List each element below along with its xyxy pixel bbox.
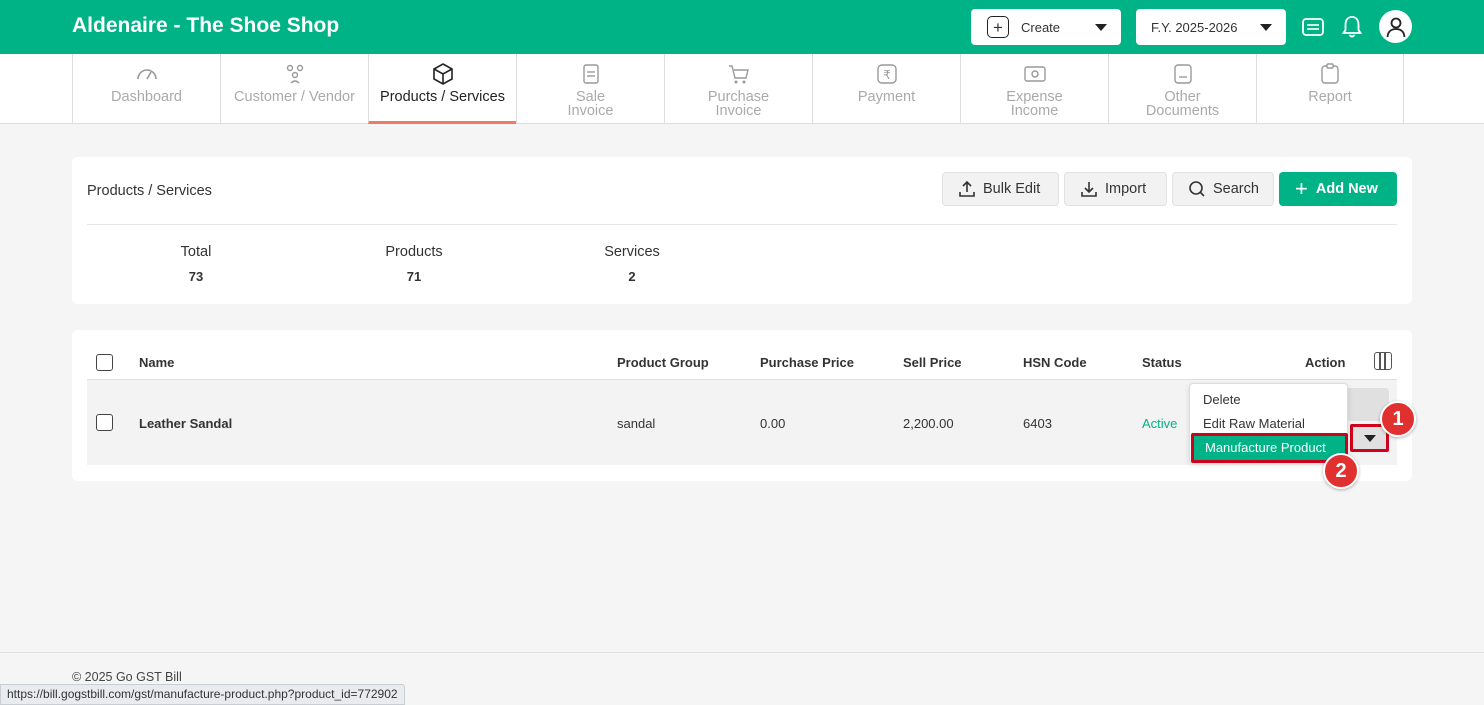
footer-divider	[0, 652, 1484, 653]
purchase-price: 0.00	[760, 416, 786, 431]
footer-copyright: © 2025 Go GST Bill	[72, 670, 182, 684]
create-dropdown[interactable]: + Create	[971, 9, 1121, 45]
bulk-edit-label: Bulk Edit	[983, 181, 1041, 197]
products-summary-card: Products / Services Bulk Edit Import Sea…	[72, 157, 1412, 304]
tab-sale-invoice[interactable]: Sale Invoice	[516, 54, 664, 124]
sell-price: 2,200.00	[903, 416, 954, 431]
page-title: Products / Services	[87, 183, 212, 199]
column-header-action: Action	[1305, 355, 1346, 370]
menu-item-delete[interactable]: Delete	[1203, 392, 1241, 407]
select-all-checkbox[interactable]	[96, 354, 113, 371]
import-button[interactable]: Import	[1064, 172, 1167, 206]
stat-products: Products 71	[354, 244, 474, 284]
caret-down-icon	[1363, 434, 1376, 442]
tab-label: Dashboard	[111, 89, 182, 105]
upload-icon	[959, 180, 975, 197]
stat-label: Services	[604, 244, 660, 260]
speedometer-icon	[136, 69, 157, 80]
cart-icon	[728, 65, 749, 84]
financial-year-dropdown[interactable]: F.Y. 2025-2026	[1136, 9, 1286, 45]
add-new-label: Add New	[1315, 181, 1378, 197]
tab-label: Report	[1308, 89, 1352, 105]
status-badge: Active	[1142, 416, 1178, 431]
bulk-edit-button[interactable]: Bulk Edit	[942, 172, 1059, 206]
tab-label: Products / Services	[380, 89, 505, 105]
tab-label-2: Documents	[1145, 103, 1220, 119]
search-icon	[1189, 181, 1205, 197]
tab-label: Purchase	[707, 89, 770, 105]
action-dropdown-menu: Delete Edit Raw Material Manufacture Pro…	[1189, 383, 1348, 463]
rupee-icon: ₹	[876, 64, 897, 84]
step-badge-1: 1	[1380, 401, 1416, 437]
menu-item-edit-raw-material[interactable]: Edit Raw Material	[1203, 416, 1305, 431]
tab-label: Sale	[575, 89, 606, 105]
column-header-hsn-code[interactable]: HSN Code	[1023, 355, 1087, 370]
create-label: Create	[1021, 19, 1061, 35]
column-header-name[interactable]: Name	[139, 355, 174, 370]
column-header-product-group[interactable]: Product Group	[617, 355, 709, 370]
user-avatar[interactable]	[1379, 10, 1412, 43]
caret-down-icon	[1095, 24, 1107, 31]
clipboard-icon	[1321, 63, 1339, 84]
receipt-icon	[582, 64, 599, 84]
users-icon	[286, 64, 303, 84]
tab-label: Customer / Vendor	[234, 89, 355, 105]
main-nav: Dashboard Customer / Vendor Products / S…	[0, 54, 1484, 124]
tab-customer-vendor[interactable]: Customer / Vendor	[220, 54, 368, 124]
tab-report[interactable]: Report	[1256, 54, 1404, 124]
stat-services: Services 2	[572, 244, 692, 284]
brand-title[interactable]: Aldenaire - The Shoe Shop	[72, 14, 339, 38]
download-icon	[1081, 182, 1097, 197]
add-new-button[interactable]: + Add New	[1279, 172, 1397, 206]
keyboard-icon[interactable]	[1300, 14, 1326, 40]
stat-total: Total 73	[136, 244, 256, 284]
search-button[interactable]: Search	[1172, 172, 1274, 206]
browser-status-url: https://bill.gogstbill.com/gst/manufactu…	[0, 684, 405, 705]
tab-label-2: Invoice	[715, 103, 762, 119]
hsn-code: 6403	[1023, 416, 1052, 431]
plus-icon: +	[1295, 176, 1308, 201]
caret-down-icon	[1260, 24, 1272, 31]
product-name[interactable]: Leather Sandal	[139, 416, 232, 431]
box-icon	[432, 63, 453, 85]
tab-label: Payment	[857, 89, 916, 105]
column-header-status[interactable]: Status	[1142, 355, 1182, 370]
tab-label: Expense	[1006, 89, 1063, 105]
tab-label: Other	[1164, 89, 1201, 105]
stat-label: Total	[180, 244, 212, 260]
import-label: Import	[1105, 181, 1147, 197]
tab-payment[interactable]: ₹ Payment	[812, 54, 960, 124]
menu-item-manufacture-product[interactable]: Manufacture Product	[1191, 433, 1348, 463]
row-checkbox[interactable]	[96, 414, 113, 431]
column-header-sell-price[interactable]: Sell Price	[903, 355, 962, 370]
divider	[87, 224, 1397, 225]
fy-label: F.Y. 2025-2026	[1151, 19, 1238, 35]
tab-label-2: Invoice	[567, 103, 614, 119]
tab-products-services[interactable]: Products / Services	[368, 54, 516, 124]
stat-value: 71	[406, 269, 422, 284]
tab-other-documents[interactable]: Other Documents	[1108, 54, 1256, 124]
bell-icon[interactable]	[1339, 14, 1365, 40]
column-header-purchase-price[interactable]: Purchase Price	[760, 355, 854, 370]
money-icon	[1023, 66, 1046, 82]
tab-dashboard[interactable]: Dashboard	[72, 54, 220, 124]
user-icon	[1386, 17, 1405, 37]
top-header: Aldenaire - The Shoe Shop + Create F.Y. …	[0, 0, 1484, 54]
svg-text:₹: ₹	[883, 68, 891, 82]
search-label: Search	[1213, 181, 1259, 197]
product-group: sandal	[617, 416, 656, 431]
plus-square-icon: +	[987, 16, 1009, 38]
document-icon	[1173, 64, 1192, 84]
tab-expense-income[interactable]: Expense Income	[960, 54, 1108, 124]
step-badge-2: 2	[1323, 453, 1359, 489]
stat-value: 73	[188, 269, 204, 284]
tab-purchase-invoice[interactable]: Purchase Invoice	[664, 54, 812, 124]
stat-value: 2	[628, 269, 636, 284]
tab-label-2: Income	[1010, 103, 1059, 119]
columns-toggle-icon[interactable]	[1374, 352, 1392, 370]
stat-label: Products	[385, 244, 443, 260]
